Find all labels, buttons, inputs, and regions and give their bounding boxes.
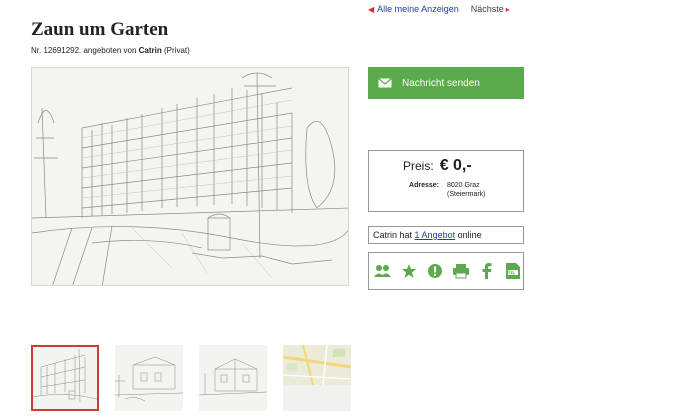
fence-sketch-image — [32, 68, 348, 285]
next-label: Nächste — [470, 4, 504, 14]
listing-meta: Nr. 12691292. angeboten von Catrin (Priv… — [31, 46, 190, 55]
seller-name: Catrin — [138, 46, 162, 55]
users-icon[interactable] — [374, 262, 392, 280]
alert-icon[interactable] — [426, 262, 444, 280]
price-box: Preis: € 0,- Adresse: 8020 Graz (Steierm… — [368, 150, 524, 212]
address-value: 8020 Graz (Steiermark) — [447, 181, 486, 199]
thumbnail-2[interactable] — [115, 345, 183, 411]
top-nav: ◀ Alle meine Anzeigen Nächste ▸ — [368, 4, 510, 18]
address-line1: 8020 Graz — [447, 182, 480, 189]
next-link[interactable]: Nächste ▸ — [471, 4, 510, 18]
seller-type: (Privat) — [164, 46, 190, 55]
thumbnail-gallery — [31, 345, 351, 411]
seller-offers: Catrin hat 1 Angebot online — [368, 226, 524, 244]
main-image[interactable] — [31, 67, 349, 286]
print-icon[interactable] — [452, 262, 470, 280]
offers-suffix: online — [457, 230, 482, 240]
mail-icon — [378, 78, 392, 88]
thumbnail-4[interactable] — [283, 345, 351, 411]
all-ads-label: Alle meine Anzeigen — [377, 4, 459, 14]
share-toolbar — [368, 252, 524, 290]
address-row: Adresse: 8020 Graz (Steiermark) — [377, 181, 515, 199]
pdf-icon[interactable] — [504, 262, 522, 280]
facebook-icon[interactable] — [478, 262, 496, 280]
price-label: Preis: — [403, 159, 434, 173]
listing-number: Nr. 12691292. angeboten von — [31, 46, 137, 55]
thumbnail-3[interactable] — [199, 345, 267, 411]
thumbnail-1[interactable] — [31, 345, 99, 411]
offers-link[interactable]: 1 Angebot — [415, 230, 456, 240]
offers-prefix: Catrin hat — [373, 230, 413, 240]
page-title: Zaun um Garten — [31, 19, 169, 40]
address-label: Adresse: — [409, 182, 439, 189]
arrow-right-icon: ▸ — [505, 5, 510, 14]
send-message-button[interactable]: Nachricht senden — [368, 67, 524, 99]
address-line2: (Steiermark) — [447, 191, 486, 198]
send-message-label: Nachricht senden — [402, 77, 480, 89]
star-icon[interactable] — [400, 262, 418, 280]
arrow-left-icon: ◀ — [368, 5, 375, 14]
price-row: Preis: € 0,- — [403, 157, 515, 175]
price-value: € 0,- — [439, 157, 472, 174]
all-ads-link[interactable]: ◀ Alle meine Anzeigen — [368, 4, 459, 18]
